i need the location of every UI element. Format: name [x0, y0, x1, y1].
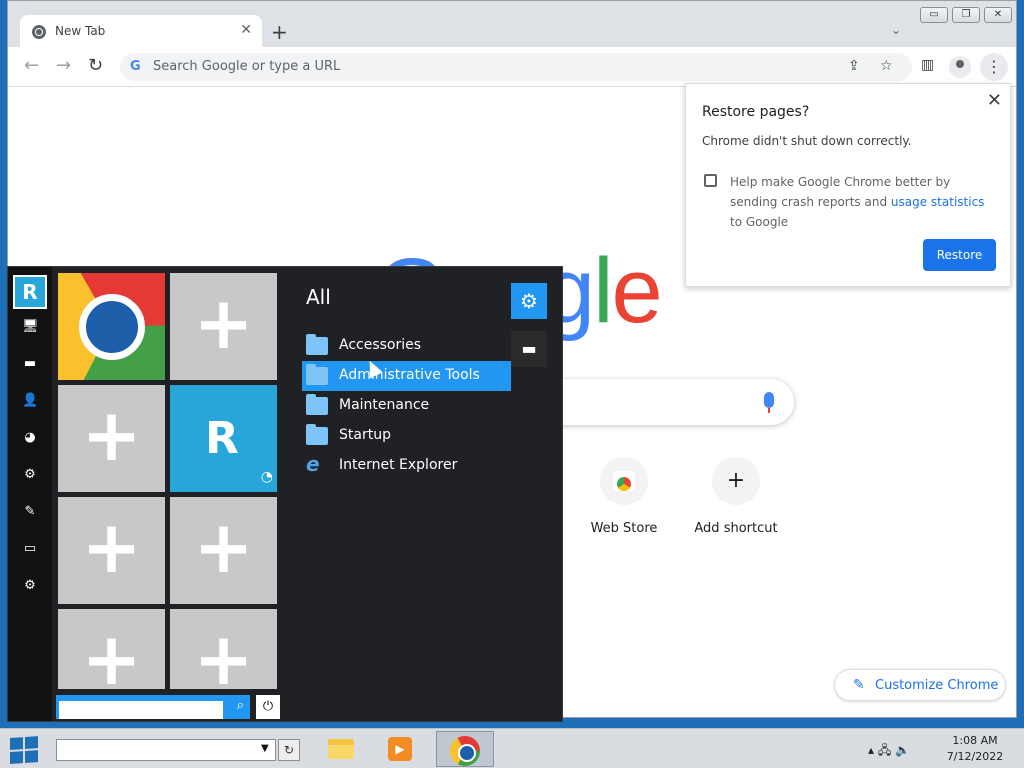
- close-window-button[interactable]: ✕: [984, 7, 1012, 23]
- app-tile[interactable]: R ◔: [170, 385, 277, 492]
- settings-icon[interactable]: ⚙: [22, 467, 38, 483]
- search-icon[interactable]: ⌕: [237, 698, 244, 713]
- usage-statistics-link[interactable]: usage statistics: [891, 195, 985, 209]
- program-list: All ⚙ ▬ Accessories Administrative Tools…: [284, 267, 562, 721]
- list-heading: All: [306, 285, 331, 309]
- internet-explorer-icon: e: [306, 452, 320, 476]
- start-search-input[interactable]: [59, 701, 223, 719]
- refresh-button[interactable]: ↻: [278, 739, 300, 761]
- add-tile[interactable]: +: [170, 273, 277, 380]
- media-player-button[interactable]: ▶: [372, 731, 430, 767]
- back-button[interactable]: ←: [24, 55, 39, 77]
- chrome-icon: [79, 294, 145, 360]
- start-menu-sidebar: R 🖥 ▬ 👤 ◕ ⚙ ✎ ▭ ⚙: [8, 267, 52, 721]
- shortcut-label: Add shortcut: [694, 521, 778, 536]
- tab-title: New Tab: [55, 24, 106, 38]
- chevron-down-icon[interactable]: ▼: [261, 743, 269, 754]
- start-search-box: ⌕: [56, 695, 250, 719]
- crash-report-text: Help make Google Chrome better by sendin…: [730, 175, 985, 229]
- profile-avatar-icon[interactable]: [949, 56, 971, 78]
- folder-icon: [306, 364, 328, 385]
- omnibox-placeholder: Search Google or type a URL: [153, 59, 341, 74]
- start-button[interactable]: [10, 736, 40, 765]
- microphone-icon[interactable]: [764, 392, 774, 413]
- tab-new-tab[interactable]: New Tab ✕: [20, 15, 262, 49]
- google-logo-letter: e: [611, 240, 663, 342]
- gear-icon[interactable]: ⚙: [22, 578, 38, 594]
- chrome-taskbar-button[interactable]: [436, 731, 494, 767]
- chrome-menu-button[interactable]: ⋮: [980, 53, 1008, 81]
- app-logo[interactable]: R: [13, 275, 47, 309]
- list-item[interactable]: Accessories: [302, 331, 511, 361]
- customize-chrome-label: Customize Chrome: [875, 678, 999, 693]
- add-tile[interactable]: +: [170, 609, 277, 701]
- folder-icon: [306, 334, 328, 355]
- system-tray-icons[interactable]: ▴ 🖧 🔈: [868, 741, 910, 762]
- crash-report-checkbox[interactable]: [704, 174, 717, 187]
- file-explorer-button[interactable]: [312, 731, 370, 767]
- google-logo-letter: l: [593, 240, 614, 342]
- add-tile[interactable]: +: [58, 497, 165, 604]
- computer-icon[interactable]: 🖥: [22, 319, 39, 335]
- add-tile[interactable]: +: [58, 385, 165, 492]
- add-tile[interactable]: +: [58, 609, 165, 701]
- browser-toolbar: ← → ↻ G Search Google or type a URL ⇪ ☆ …: [8, 47, 1016, 87]
- folder-icon[interactable]: ▬: [22, 356, 38, 372]
- tab-close-icon[interactable]: ✕: [240, 22, 252, 38]
- taskbar-address-combo[interactable]: ▼: [56, 739, 276, 761]
- forward-button[interactable]: →: [56, 55, 71, 77]
- share-icon[interactable]: ⇪: [848, 58, 860, 74]
- restore-button[interactable]: Restore: [923, 239, 996, 271]
- network-icon[interactable]: ◕: [22, 430, 38, 446]
- shortcut-add[interactable]: + Add shortcut: [681, 457, 791, 536]
- performance-icon[interactable]: ✎: [22, 504, 38, 520]
- plus-icon: +: [712, 457, 760, 505]
- running-badge-icon: ◔: [260, 469, 273, 485]
- start-menu: R 🖥 ▬ 👤 ◕ ⚙ ✎ ▭ ⚙ + + R ◔ + + + + ⌕ ⏻ Al…: [7, 266, 563, 722]
- dialog-message: Chrome didn't shut down correctly.: [702, 134, 912, 148]
- display-icon[interactable]: ▭: [22, 541, 38, 557]
- minimize-button[interactable]: ▭: [920, 7, 948, 23]
- list-item[interactable]: Administrative Tools: [302, 361, 511, 391]
- bookmark-star-icon[interactable]: ☆: [880, 58, 893, 74]
- list-item[interactable]: e Internet Explorer: [302, 451, 511, 481]
- new-tab-button[interactable]: +: [271, 20, 288, 44]
- folder-icon: [306, 394, 328, 415]
- tab-search-button[interactable]: ⌄: [891, 23, 901, 37]
- chrome-tile[interactable]: [58, 273, 165, 380]
- gear-icon[interactable]: ⚙: [511, 283, 547, 319]
- restore-pages-dialog: Restore pages? ✕ Chrome didn't shut down…: [685, 83, 1011, 287]
- tab-strip: New Tab ✕ + ⌄ ▭ ❐ ✕: [8, 1, 1016, 49]
- add-tile[interactable]: +: [170, 497, 277, 604]
- chrome-favicon-icon: [32, 25, 46, 39]
- list-item[interactable]: Startup: [302, 421, 511, 451]
- shortcut-label: Web Store: [590, 521, 658, 536]
- dialog-title: Restore pages?: [702, 104, 810, 120]
- list-item[interactable]: Maintenance: [302, 391, 511, 421]
- web-store-icon: [600, 457, 648, 505]
- maximize-button[interactable]: ❐: [952, 7, 980, 23]
- google-icon: G: [130, 59, 141, 74]
- close-icon[interactable]: ✕: [987, 90, 1002, 111]
- folder-icon: [306, 424, 328, 445]
- folder-icon: [328, 739, 354, 759]
- customize-chrome-button[interactable]: ✎ Customize Chrome: [834, 669, 1006, 701]
- media-player-icon: ▶: [388, 737, 412, 761]
- chrome-icon: [450, 736, 480, 766]
- app-logo-icon: R: [205, 413, 239, 464]
- clock-time: 1:08 AM: [952, 734, 998, 747]
- side-panel-icon[interactable]: ▥: [921, 57, 934, 73]
- clock-date: 7/12/2022: [946, 750, 1004, 763]
- window-controls: ▭ ❐ ✕: [920, 7, 1012, 23]
- clock[interactable]: 1:08 AM 7/12/2022: [942, 733, 1008, 765]
- shortcut-web-store[interactable]: Web Store: [569, 457, 679, 536]
- omnibox[interactable]: G Search Google or type a URL ⇪ ☆: [120, 53, 912, 81]
- power-button[interactable]: ⏻: [256, 695, 280, 719]
- user-icon[interactable]: 👤: [22, 393, 38, 409]
- reload-button[interactable]: ↻: [88, 55, 103, 77]
- folder-icon[interactable]: ▬: [511, 331, 547, 367]
- pencil-icon: ✎: [853, 677, 865, 693]
- taskbar: ▼ ↻ ▶ ▴ 🖧 🔈 1:08 AM 7/12/2022: [0, 728, 1024, 768]
